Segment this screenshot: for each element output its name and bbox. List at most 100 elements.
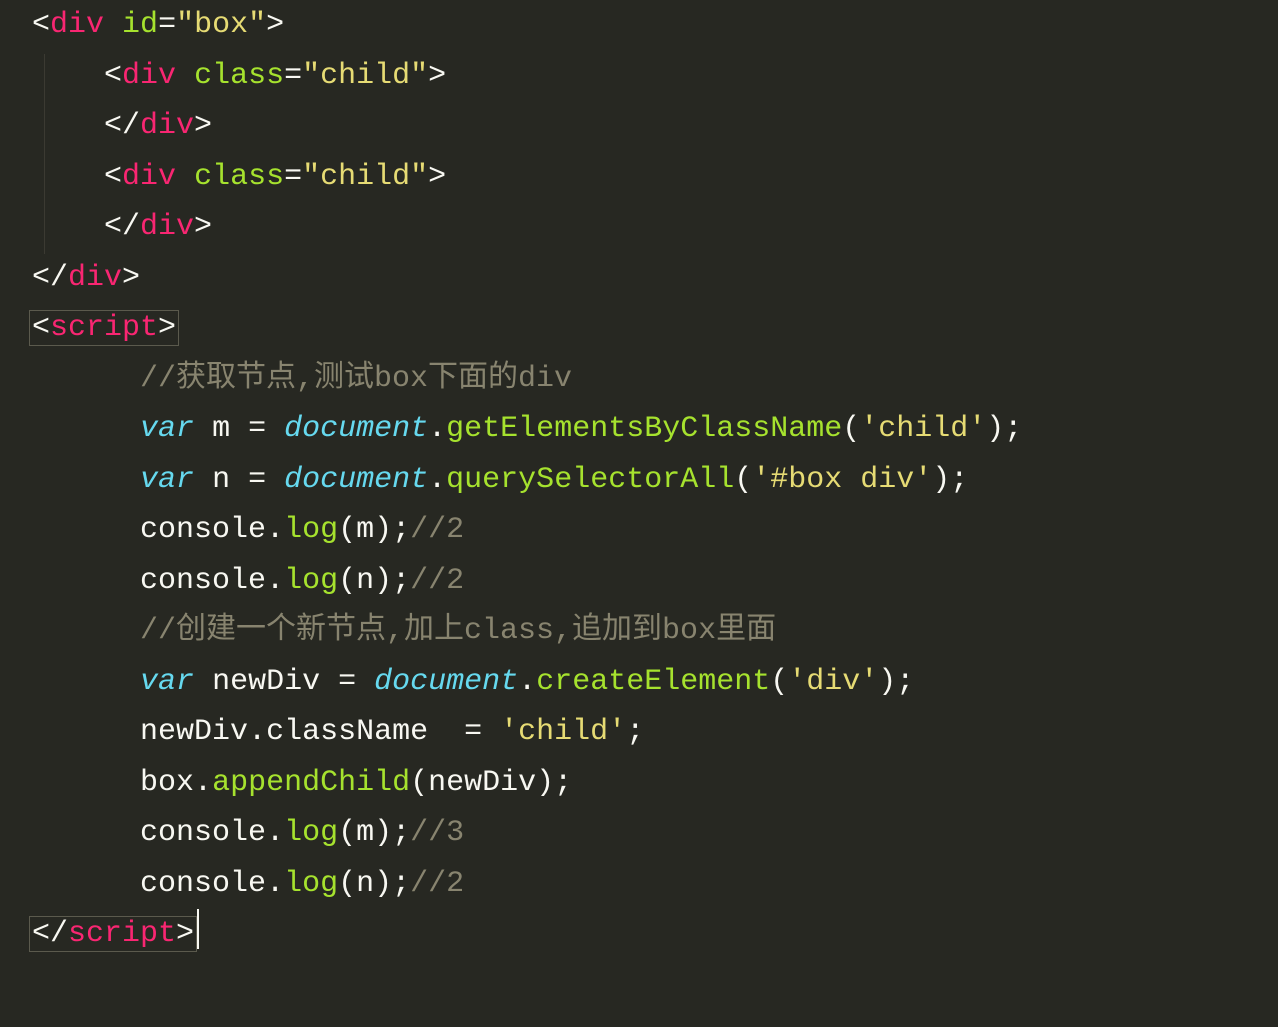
code-line: //获取节点,测试box下面的div	[32, 362, 572, 396]
dot: .	[266, 513, 284, 547]
comment: //2	[410, 564, 464, 598]
code-line: newDiv.className = 'child';	[32, 715, 644, 749]
tag-outline: </script>	[29, 916, 197, 952]
code-line: <div class="child">	[32, 59, 446, 93]
text-cursor	[197, 909, 199, 949]
tag-outline: <script>	[29, 310, 179, 346]
indent	[32, 867, 140, 901]
code-line: <script>	[32, 311, 179, 345]
object-document: document	[284, 463, 428, 497]
identifier: box	[140, 766, 194, 800]
code-line: <div id="box">	[32, 8, 284, 42]
object-document: document	[374, 665, 518, 699]
angle-bracket: <	[104, 160, 122, 194]
identifier: console	[140, 816, 266, 850]
angle-bracket: >	[194, 109, 212, 143]
equals: =	[284, 160, 302, 194]
semicolon: );	[374, 816, 410, 850]
semicolon: );	[374, 564, 410, 598]
code-line: var m = document.getElementsByClassName(…	[32, 412, 1022, 446]
attr-name: id	[122, 8, 158, 42]
code-line: console.log(m);//3	[32, 816, 464, 850]
attr-value: "child"	[302, 59, 428, 93]
code-line: console.log(n);//2	[32, 564, 464, 598]
comment: //2	[410, 867, 464, 901]
dot: .	[266, 867, 284, 901]
semicolon: );	[536, 766, 572, 800]
method-name: log	[284, 816, 338, 850]
indent	[32, 665, 140, 699]
paren: (	[734, 463, 752, 497]
indent	[32, 362, 140, 396]
semicolon: ;	[626, 715, 644, 749]
paren: (	[770, 665, 788, 699]
indent	[32, 564, 140, 598]
tag-name: div	[140, 210, 194, 244]
method-name: appendChild	[212, 766, 410, 800]
tag-name: div	[122, 59, 176, 93]
angle-bracket: </	[32, 261, 68, 295]
keyword-var: var	[140, 665, 194, 699]
paren: (	[338, 816, 356, 850]
angle-bracket: >	[176, 917, 194, 951]
code-editor[interactable]: <div id="box"> <div class="child"> </div…	[0, 0, 1278, 960]
method-name: getElementsByClassName	[446, 412, 842, 446]
semicolon: );	[374, 867, 410, 901]
tag-name: div	[68, 261, 122, 295]
identifier: newDiv	[212, 665, 320, 699]
code-line: console.log(n);//2	[32, 867, 464, 901]
angle-bracket: >	[428, 59, 446, 93]
angle-bracket: <	[104, 59, 122, 93]
identifier: n	[212, 463, 230, 497]
code-line: </div>	[32, 210, 212, 244]
object-document: document	[284, 412, 428, 446]
indent	[32, 614, 140, 648]
method-name: querySelectorAll	[446, 463, 734, 497]
comment: //创建一个新节点,加上class,追加到box里面	[140, 614, 776, 648]
string-arg: 'child'	[860, 412, 986, 446]
angle-bracket: >	[158, 311, 176, 345]
identifier: n	[356, 867, 374, 901]
indent	[32, 59, 104, 93]
tag-name: div	[50, 8, 104, 42]
identifier: console	[140, 867, 266, 901]
equals: =	[338, 665, 356, 699]
method-name: log	[284, 867, 338, 901]
identifier: m	[212, 412, 230, 446]
identifier: newDiv	[140, 715, 248, 749]
identifier: console	[140, 513, 266, 547]
equals: =	[248, 463, 266, 497]
keyword-var: var	[140, 463, 194, 497]
angle-bracket: >	[428, 160, 446, 194]
indent	[32, 463, 140, 497]
dot: .	[428, 463, 446, 497]
code-line: var n = document.querySelectorAll('#box …	[32, 463, 968, 497]
indent	[32, 513, 140, 547]
code-line: box.appendChild(newDiv);	[32, 766, 572, 800]
identifier: n	[356, 564, 374, 598]
comment: //3	[410, 816, 464, 850]
string-arg: 'div'	[788, 665, 878, 699]
method-name: log	[284, 513, 338, 547]
identifier: newDiv	[428, 766, 536, 800]
identifier: m	[356, 816, 374, 850]
paren: (	[842, 412, 860, 446]
tag-name: div	[140, 109, 194, 143]
method-name: log	[284, 564, 338, 598]
angle-bracket: </	[104, 109, 140, 143]
dot: .	[428, 412, 446, 446]
code-line: </div>	[32, 109, 212, 143]
code-line: console.log(m);//2	[32, 513, 464, 547]
dot: .	[266, 816, 284, 850]
attr-name: class	[194, 160, 284, 194]
code-line: var newDiv = document.createElement('div…	[32, 665, 914, 699]
code-line: //创建一个新节点,加上class,追加到box里面	[32, 614, 776, 648]
code-line: </div>	[32, 261, 140, 295]
indent	[32, 412, 140, 446]
attr-name: class	[194, 59, 284, 93]
angle-bracket: <	[32, 8, 50, 42]
attr-value: "box"	[176, 8, 266, 42]
angle-bracket: </	[32, 917, 68, 951]
dot: .	[266, 564, 284, 598]
angle-bracket: <	[32, 311, 50, 345]
